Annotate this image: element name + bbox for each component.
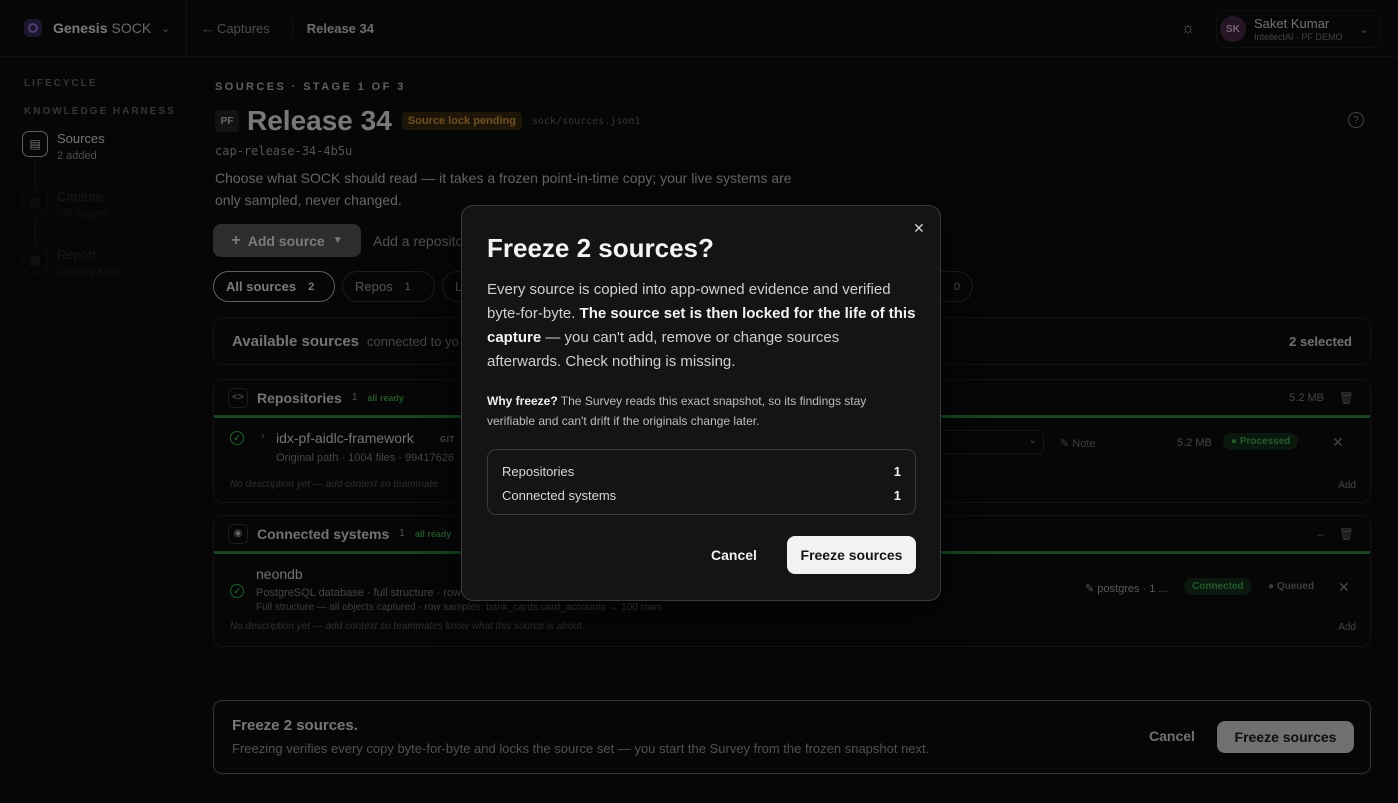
freeze-confirm-dialog: ✕ Freeze 2 sources? Every source is copi…	[461, 205, 941, 601]
summary-row: Repositories 1	[502, 459, 901, 483]
dialog-title: Freeze 2 sources?	[487, 233, 714, 263]
dialog-body: Every source is copied into app-owned ev…	[487, 278, 917, 374]
dialog-why-freeze: Why freeze? The Survey reads this exact …	[487, 391, 917, 431]
close-icon[interactable]: ✕	[913, 220, 925, 237]
summary-value: 1	[893, 487, 901, 503]
dialog-freeze-sources-button[interactable]: Freeze sources	[787, 536, 916, 574]
dialog-cancel-button[interactable]: Cancel	[711, 547, 757, 563]
why-freeze-label: Why freeze?	[487, 394, 558, 408]
summary-label: Repositories	[502, 463, 575, 479]
summary-label: Connected systems	[502, 487, 617, 503]
summary-value: 1	[893, 463, 901, 479]
dialog-summary-table: Repositories 1 Connected systems 1	[487, 449, 916, 515]
summary-row: Connected systems 1	[502, 483, 901, 507]
